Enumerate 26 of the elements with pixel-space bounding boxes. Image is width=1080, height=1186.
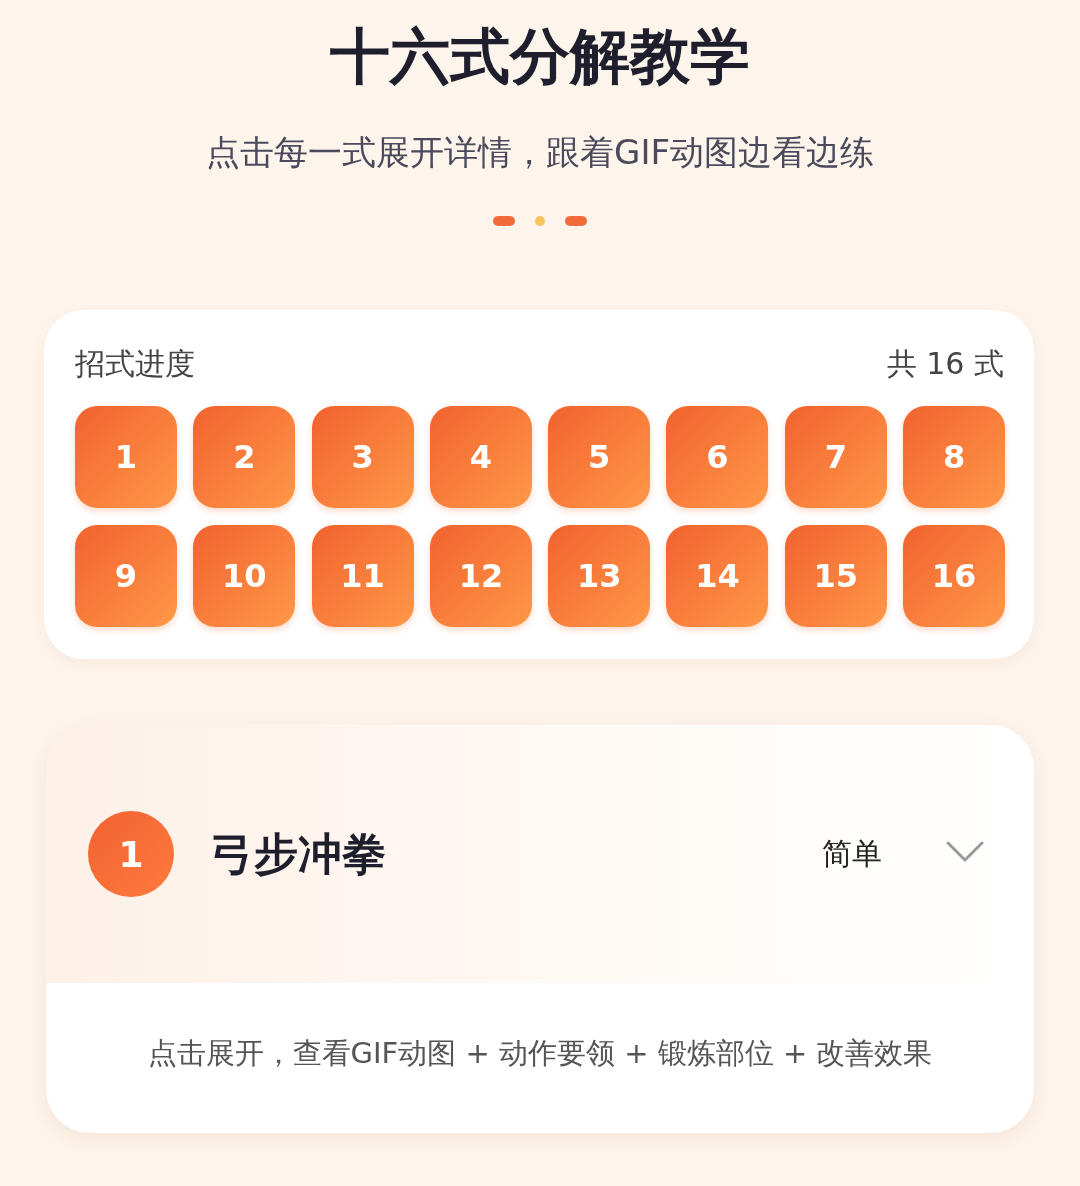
move-number-button[interactable]: 3 — [311, 406, 414, 508]
move-count: 共 16 式 — [886, 345, 1004, 383]
move-number-button[interactable]: 7 — [784, 406, 887, 508]
exercise-card[interactable]: 1 弓步冲拳 简单 点击展开，查看GIF动图 + 动作要领 + 锻炼部位 + 改善效果 — [46, 725, 1034, 1133]
move-number-button[interactable]: 5 — [548, 406, 651, 508]
progress-label: 招式进度 — [75, 345, 195, 383]
move-number-button[interactable]: 12 — [429, 525, 532, 627]
move-number-button[interactable]: 15 — [784, 525, 887, 627]
move-number-button[interactable]: 10 — [193, 525, 296, 627]
exercise-number-badge: 1 — [88, 811, 174, 897]
move-number-button[interactable]: 9 — [75, 525, 177, 627]
move-number-button[interactable]: 11 — [311, 525, 414, 627]
page-subtitle: 点击每一式展开详情，跟着GIF动图边看边练 — [206, 131, 874, 174]
move-number-button[interactable]: 16 — [903, 525, 1006, 627]
chevron-down-icon[interactable] — [946, 841, 984, 863]
difficulty-label: 简单 — [822, 834, 882, 873]
move-number-button[interactable]: 14 — [666, 525, 769, 627]
move-number-button[interactable]: 1 — [75, 406, 177, 508]
move-number-button[interactable]: 4 — [429, 406, 532, 508]
move-number-button[interactable]: 8 — [903, 406, 1006, 508]
page-title: 十六式分解教学 — [330, 20, 750, 93]
move-number-button[interactable]: 6 — [666, 406, 769, 508]
exercise-name: 弓步冲拳 — [210, 826, 387, 881]
move-number-button[interactable]: 2 — [193, 406, 296, 508]
move-number-button[interactable]: 13 — [548, 525, 651, 627]
expand-hint: 点击展开，查看GIF动图 + 动作要领 + 锻炼部位 + 改善效果 — [146, 1035, 934, 1072]
